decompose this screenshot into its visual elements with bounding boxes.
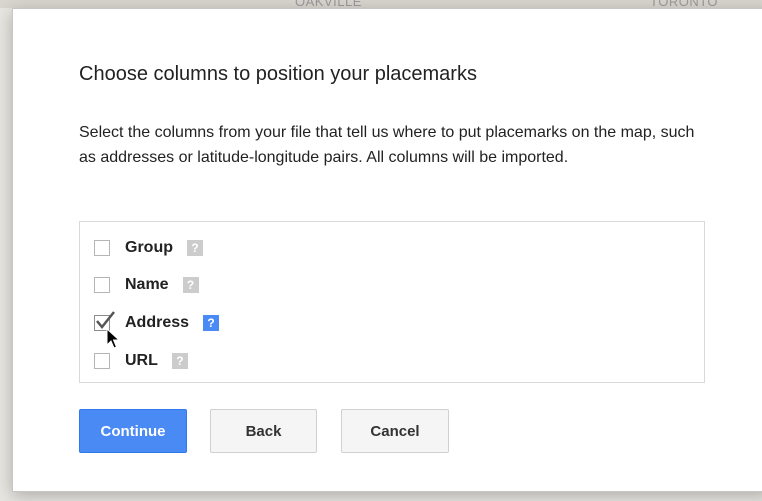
question-icon[interactable]: ? (187, 240, 203, 256)
column-list: Group ? Name ? Address ? URL ? (79, 221, 705, 383)
question-icon[interactable]: ? (171, 353, 188, 369)
mouse-cursor-icon (106, 328, 120, 349)
checkbox-group[interactable] (94, 240, 110, 256)
dialog-description: Select the columns from your file that t… (79, 124, 695, 166)
continue-button[interactable]: Continue (79, 409, 187, 453)
map-road (0, 0, 762, 8)
checkbox-name[interactable] (94, 277, 110, 293)
cancel-button[interactable]: Cancel (341, 409, 449, 453)
column-row-url: URL ? (94, 349, 188, 373)
dialog-title: Choose columns to position your placemar… (79, 63, 477, 85)
column-label-name: Name (125, 276, 169, 293)
question-icon[interactable]: ? (203, 315, 220, 331)
column-label-group: Group (125, 239, 173, 256)
column-label-address: Address (125, 314, 190, 331)
back-button[interactable]: Back (210, 409, 317, 453)
column-row-name: Name ? (94, 273, 199, 297)
question-icon[interactable]: ? (182, 277, 199, 293)
column-row-group: Group ? (94, 236, 203, 260)
import-columns-dialog: Choose columns to position your placemar… (12, 8, 762, 492)
checkbox-url[interactable] (94, 353, 110, 369)
column-label-url: URL (125, 352, 158, 369)
